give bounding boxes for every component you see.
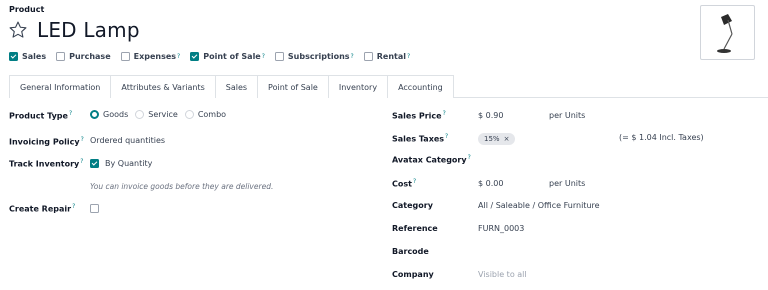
tab-sales[interactable]: Sales	[214, 75, 259, 98]
point-of-sale-checkbox[interactable]: Point of Sale?	[190, 52, 265, 61]
help-icon[interactable]: ?	[407, 53, 410, 60]
checkbox-label: Point of Sale	[203, 52, 261, 61]
track-inventory-label: Track Inventory?	[9, 158, 83, 169]
reference-label: Reference	[392, 224, 438, 233]
avatax-category-label-text: Avatax Category	[392, 155, 467, 165]
product-options: Sales Purchase Expenses? Point of Sale? …	[9, 52, 420, 61]
checkbox-label: Purchase	[69, 52, 111, 61]
track-inventory-mode[interactable]: By Quantity	[105, 159, 152, 168]
checkbox-label: Expenses	[133, 52, 177, 61]
cost-label-text: Cost	[392, 179, 412, 189]
page-title[interactable]: LED Lamp	[37, 18, 140, 42]
tab-attributes-variants[interactable]: Attributes & Variants	[110, 75, 216, 98]
sales-taxes-label: Sales Taxes?	[392, 133, 448, 144]
invoicing-policy-label-text: Invoicing Policy	[9, 137, 80, 147]
radio-label: Goods	[103, 110, 129, 119]
checkbox-box[interactable]	[363, 52, 373, 61]
create-repair-label: Create Repair?	[9, 203, 75, 214]
help-icon[interactable]: ?	[468, 154, 471, 161]
radio-dot[interactable]	[90, 110, 99, 119]
radio-combo[interactable]: Combo	[184, 110, 227, 119]
tax-tag-label: 15%	[484, 135, 500, 143]
invoicing-policy-field[interactable]: Ordered quantities	[90, 136, 165, 145]
tab-accounting[interactable]: Accounting	[387, 75, 454, 98]
help-icon[interactable]: ?	[80, 158, 83, 165]
help-icon[interactable]: ?	[69, 110, 72, 117]
title-row: LED Lamp	[8, 18, 140, 42]
remove-tag-icon[interactable]: ×	[504, 135, 510, 143]
tax-included-amount: (= $ 1.04 Incl. Taxes)	[619, 133, 704, 142]
sales-taxes-label-text: Sales Taxes	[392, 134, 445, 144]
sales-price-label: Sales Price?	[392, 110, 446, 121]
category-field[interactable]: All / Saleable / Office Furniture	[478, 201, 600, 210]
lamp-icon	[717, 14, 733, 53]
help-icon[interactable]: ?	[262, 53, 265, 60]
checkbox-box[interactable]	[190, 52, 200, 61]
help-icon[interactable]: ?	[72, 203, 75, 210]
checkbox-label: Sales	[22, 52, 47, 61]
subscriptions-checkbox[interactable]: Subscriptions?	[274, 52, 354, 61]
checkbox-label: Rental	[376, 52, 406, 61]
help-icon[interactable]: ?	[443, 110, 446, 117]
radio-dot[interactable]	[184, 110, 194, 119]
rental-checkbox[interactable]: Rental?	[363, 52, 410, 61]
radio-label: Service	[148, 110, 178, 119]
create-repair-field	[90, 204, 103, 215]
tab-point-of-sale[interactable]: Point of Sale	[257, 75, 329, 98]
radio-label: Combo	[197, 110, 227, 119]
product-type-radio-group: Goods Service Combo	[90, 110, 233, 119]
help-icon[interactable]: ?	[81, 136, 84, 143]
barcode-field[interactable]	[478, 247, 678, 257]
checkbox-box[interactable]	[9, 52, 18, 61]
avatax-category-label: Avatax Category?	[392, 154, 471, 165]
invoicing-policy-label: Invoicing Policy?	[9, 136, 84, 147]
breadcrumb[interactable]: Product	[9, 5, 44, 14]
create-repair-checkbox[interactable]	[90, 204, 99, 213]
create-repair-label-text: Create Repair	[9, 204, 72, 214]
barcode-label: Barcode	[392, 247, 429, 256]
help-icon[interactable]: ?	[413, 178, 416, 185]
track-inventory-label-text: Track Inventory	[9, 159, 80, 169]
tab-inventory[interactable]: Inventory	[327, 75, 389, 98]
radio-dot[interactable]	[135, 110, 145, 119]
purchase-checkbox[interactable]: Purchase	[56, 52, 111, 61]
category-label: Category	[392, 201, 433, 210]
expenses-checkbox[interactable]: Expenses?	[120, 52, 180, 61]
help-icon[interactable]: ?	[351, 53, 354, 60]
company-field[interactable]: Visible to all	[478, 270, 527, 279]
checkbox-box[interactable]	[274, 52, 284, 61]
product-image[interactable]	[700, 5, 755, 60]
sales-price-unit: per Units	[549, 111, 586, 120]
company-label: Company	[392, 270, 434, 279]
radio-goods[interactable]: Goods	[90, 110, 128, 119]
track-inventory-checkbox[interactable]	[90, 159, 99, 168]
help-icon[interactable]: ?	[177, 53, 180, 60]
star-icon[interactable]	[8, 20, 28, 40]
reference-field[interactable]: FURN_0003	[478, 224, 524, 233]
tax-tag: 15% ×	[478, 133, 516, 145]
cost-label: Cost?	[392, 178, 416, 189]
product-type-label-text: Product Type	[9, 111, 68, 121]
cost-field[interactable]: $ 0.00	[478, 179, 503, 188]
sales-checkbox[interactable]: Sales	[9, 52, 46, 61]
checkbox-box[interactable]	[120, 52, 130, 61]
product-type-label: Product Type?	[9, 110, 72, 121]
tab-bar: General Information Attributes & Variant…	[9, 75, 454, 99]
checkbox-box[interactable]	[56, 52, 66, 61]
checkbox-label: Subscriptions	[287, 52, 350, 61]
track-inventory-field: By Quantity	[90, 159, 152, 168]
help-icon[interactable]: ?	[445, 133, 448, 140]
cost-unit: per Units	[549, 179, 586, 188]
sales-price-field[interactable]: $ 0.90	[478, 111, 503, 120]
radio-service[interactable]: Service	[135, 110, 178, 119]
tab-general-information[interactable]: General Information	[9, 75, 112, 99]
sales-price-label-text: Sales Price	[392, 111, 442, 121]
invoice-hint: You can invoice goods before they are de…	[90, 182, 274, 191]
